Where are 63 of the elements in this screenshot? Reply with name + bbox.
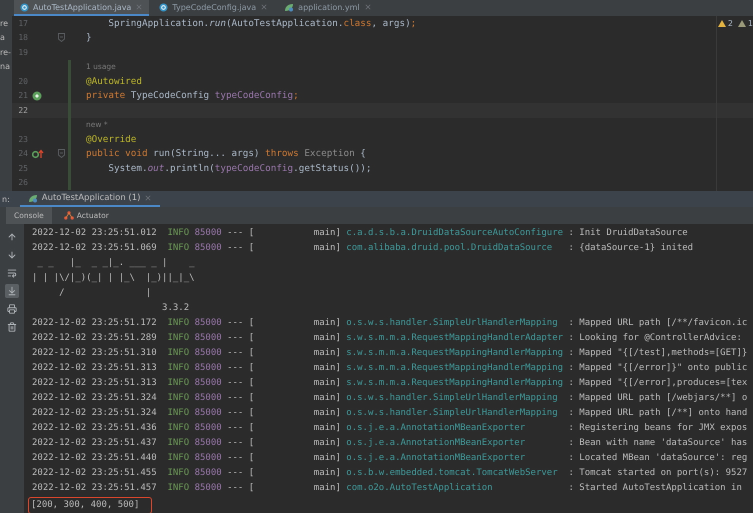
code-line: @Autowired [86, 76, 142, 87]
toolbar-button[interactable] [5, 284, 19, 298]
log-line: 2022-12-02 23:25:51.455 INFO 85000 --- [ main] o.s.b.w.embedded.tomcat.TomcatWebServer : Tomcat started on port(s): 9527 [32, 467, 748, 480]
inspection-count[interactable]: 1 [738, 19, 753, 28]
log-line: 2022-12-02 23:25:51.012 INFO 85000 --- [ main] c.a.d.s.b.a.DruidDataSourceAutoConfigure : Init DruidDataSource [32, 227, 688, 240]
class-file-icon [159, 2, 168, 12]
down-arrow-icon [7, 250, 17, 260]
log-line: 2022-12-02 23:25:51.324 INFO 85000 --- [ main] o.s.w.s.handler.SimpleUrlHandlerMapping : Mapped URL path [/webjars/**] o [32, 392, 748, 405]
line-number: 22 [17, 106, 28, 115]
line-number: 24 [17, 149, 28, 158]
line-number: 23 [17, 134, 28, 144]
bean-icon[interactable] [32, 90, 42, 101]
log-line: 2022-12-02 23:25:51.069 INFO 85000 --- [ main] com.alibaba.druid.pool.DruidDataSource : {dataSource-1} inited [32, 242, 694, 255]
project-tree-text[interactable]: na [0, 62, 10, 72]
log-line: 2022-12-02 23:25:51.437 INFO 85000 --- [ main] o.s.j.e.a.AnnotationMBeanExporter : Bean with name 'dataSource' has [32, 437, 748, 450]
file-tab[interactable]: AutoTestApplication.java [14, 0, 150, 16]
up-arrow-icon [7, 232, 17, 242]
log-line: 2022-12-02 23:25:51.289 INFO 85000 --- [ main] s.w.s.m.m.a.RequestMappingHandlerAdapter : Looking for @ControllerAdvice: [32, 332, 742, 345]
inspection-count[interactable]: 2 [718, 19, 733, 28]
log-line: 2022-12-02 23:25:51.172 INFO 85000 --- [ main] o.s.w.s.handler.SimpleUrlHandlerMapping : Mapped URL path [/**/favicon.ic [32, 317, 748, 330]
line-number: 17 [17, 18, 28, 28]
log-line: 2022-12-02 23:25:51.436 INFO 85000 --- [ main] o.s.j.e.a.AnnotationMBeanExporter : Registering beans for JMX expos [32, 422, 748, 435]
toolbar-button[interactable] [5, 320, 19, 334]
line-number: 18 [17, 33, 28, 42]
override-icon[interactable] [32, 148, 44, 159]
print-icon [7, 304, 17, 314]
banner-line: | | |\/|_)(_| | |_\ |_)||_|_\ [32, 272, 195, 285]
code-line: @Override [86, 134, 136, 145]
spring-run-icon [28, 194, 38, 202]
log-line: 2022-12-02 23:25:51.313 INFO 85000 --- [ main] s.w.s.m.m.a.RequestMappingHandlerMapping : Mapped "{[/error]}" onto public [32, 362, 748, 375]
code-line: System.out.println(typeCodeConfig.getStatus()); [107, 162, 372, 174]
warning-icon [738, 20, 746, 27]
project-tree-text[interactable]: re- [0, 48, 11, 57]
warning-icon [718, 20, 726, 27]
log-line: 2022-12-02 23:25:51.440 INFO 85000 --- [ main] o.s.j.e.a.AnnotationMBeanExporter : Located MBean 'dataSource': reg [32, 452, 748, 465]
code-line: public void run(String... args) throws Exception { [86, 148, 366, 160]
toolbar-button[interactable] [5, 302, 19, 316]
line-number: 20 [17, 76, 28, 86]
wrap-text-icon [7, 268, 17, 278]
code-line: SpringApplication.run(AutoTestApplication.class, args); [107, 18, 416, 29]
log-line: 2022-12-02 23:25:51.313 INFO 85000 --- [ main] s.w.s.m.m.a.RequestMappingHandlerMapping : Mapped "{[/error],produces=[tex [32, 377, 748, 390]
project-tree-text[interactable]: re [0, 18, 8, 28]
run-label: n: [2, 194, 10, 206]
file-tab[interactable]: TypeCodeConfig.java [153, 0, 274, 16]
actuator-icon [64, 211, 74, 220]
log-line: 2022-12-02 23:25:51.457 INFO 85000 --- [ main] com.o2o.AutoTestApplication : Started AutoTestApplication in [32, 482, 742, 495]
banner-line: / | [58, 287, 152, 300]
project-tree-text[interactable]: a [0, 33, 5, 42]
code-line: private TypeCodeConfig typeCodeConfig; [86, 90, 299, 102]
line-number: 26 [17, 178, 28, 188]
scroll-to-end-icon [7, 286, 17, 296]
line-number: 25 [17, 164, 28, 173]
line-number: 21 [17, 91, 28, 100]
banner-line: 3.3.2 [161, 302, 190, 315]
code-line: } [86, 32, 92, 44]
trash-icon [7, 322, 17, 332]
line-number: 19 [17, 48, 28, 57]
file-tab[interactable]: application.yml [278, 0, 378, 16]
leaf-file-icon [284, 2, 294, 12]
log-line: 2022-12-02 23:25:51.324 INFO 85000 --- [ main] o.s.w.s.handler.SimpleUrlHandlerMapping : Mapped URL path [/**] onto hand [32, 407, 748, 420]
class-file-icon [20, 2, 29, 12]
log-line: 2022-12-02 23:25:51.310 INFO 85000 --- [ main] s.w.s.m.m.a.RequestMappingHandlerMapping : Mapped "{[/test],methods=[GET]} [32, 347, 748, 360]
banner-line: _ _ |_ _ _|_. ___ _ | _ [36, 257, 195, 270]
